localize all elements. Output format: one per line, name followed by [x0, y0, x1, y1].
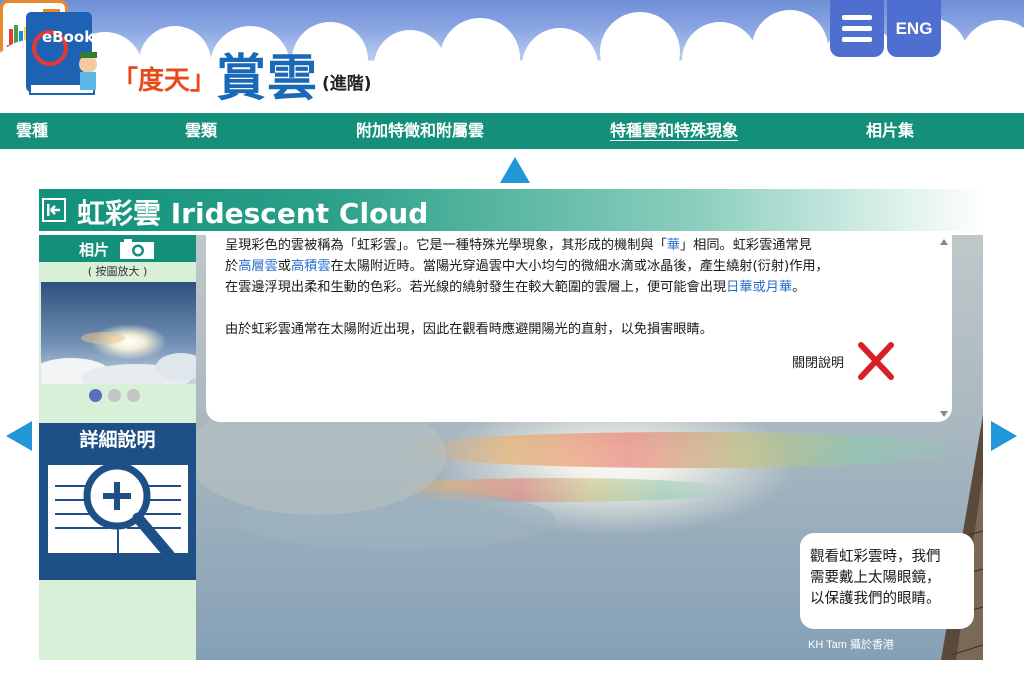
detail-explanation-button[interactable]: 詳細說明 [39, 423, 196, 458]
close-explanation-label[interactable]: 關閉說明 [792, 352, 844, 371]
scroll-up-arrow-icon[interactable] [940, 239, 948, 245]
hamburger-icon [842, 15, 872, 20]
site-title-bracket: 「度天」 [112, 66, 217, 96]
back-arrow-icon[interactable] [42, 198, 66, 222]
english-language-button[interactable]: ENG [887, 0, 941, 57]
photo-header: 相片 [39, 235, 196, 262]
nav-item-special-clouds[interactable]: 特種雲和特殊現象 [610, 113, 738, 149]
site-title: 「度天」賞雲 (進階) [112, 38, 372, 110]
site-title-main: 賞雲 [216, 49, 319, 107]
tip-line-3: 以保護我們的眼睛。 [810, 591, 941, 607]
link-halo[interactable]: 華 [667, 238, 680, 253]
pager-dot-2[interactable] [108, 389, 121, 402]
info-paragraph-1-line2: 於高層雲或高積雲在太陽附近時。當陽光穿過雲中大小均勻的微細水滴或冰晶後，產生繞射… [225, 256, 935, 277]
info-text-line3a: 在雲邊浮現出柔和生動的色彩。若光線的繞射發生在較大範圍的雲層上，便可能會出現 [225, 280, 727, 295]
close-icon[interactable] [857, 341, 895, 381]
tip-speech-bubble: 觀看虹彩雲時，我們 需要戴上太陽眼鏡， 以保護我們的眼睛。 [800, 533, 974, 629]
section-title: 虹彩雲 Iridescent Cloud [77, 197, 429, 230]
previous-arrow-icon[interactable] [6, 421, 32, 451]
nav-item-cloud-species[interactable]: 雲種 [16, 113, 48, 149]
nav-item-photo-gallery[interactable]: 相片集 [866, 113, 914, 149]
info-text-line2c: 在太陽附近時。當陽光穿過雲中大小均勻的微細水滴或冰晶後，產生繞射(衍射)作用， [330, 259, 829, 274]
site-title-level: (進階) [322, 74, 372, 94]
svg-text:eBook: eBook [42, 28, 95, 46]
photo-pager [89, 387, 146, 406]
info-paragraph-1: 呈現彩色的雲被稱為「虹彩雲」。它是一種特殊光學現象，其形成的機制與「華」相同。虹… [225, 235, 935, 256]
pager-dot-1[interactable] [89, 389, 102, 402]
link-altostratus[interactable]: 高層雲 [238, 259, 278, 274]
info-text-line2b: 或 [277, 259, 291, 274]
link-altocumulus[interactable]: 高積雲 [291, 259, 331, 274]
nav-item-cloud-types[interactable]: 雲類 [185, 113, 217, 149]
info-text-line1b: 」相同。虹彩雲通常見 [679, 238, 812, 253]
detail-explanation-panel[interactable] [39, 458, 196, 580]
info-popup: 呈現彩色的雲被稱為「虹彩雲」。它是一種特殊光學現象，其形成的機制與「華」相同。虹… [206, 235, 952, 422]
pager-dot-3[interactable] [127, 389, 140, 402]
photo-thumbnail[interactable] [41, 282, 196, 384]
section-header: 虹彩雲 Iridescent Cloud [39, 189, 984, 231]
hamburger-icon-bar [842, 26, 872, 31]
ebook-logo[interactable]: eBook [24, 8, 112, 100]
active-nav-indicator-icon [500, 157, 530, 183]
tip-line-2: 需要戴上太陽眼鏡， [810, 570, 941, 586]
link-corona[interactable]: 日華或月華 [726, 280, 792, 295]
photo-label: 相片 [79, 241, 110, 259]
tip-line-1: 觀看虹彩雲時，我們 [810, 549, 941, 565]
scroll-down-arrow-icon[interactable] [940, 411, 948, 417]
info-paragraph-1-line3: 在雲邊浮現出柔和生動的色彩。若光線的繞射發生在較大範圍的雲層上，便可能會出現日華… [225, 277, 935, 298]
left-panel: 相片 ( 按圖放大 ) 詳細說明 [39, 235, 196, 660]
info-text: 呈現彩色的雲被稱為「虹彩雲」。它是一種特殊光學現象，其形成的機制與「華」相同。虹… [225, 235, 935, 340]
photo-hint: ( 按圖放大 ) [87, 265, 148, 278]
info-text-line1: 呈現彩色的雲被稱為「虹彩雲」。它是一種特殊光學現象，其形成的機制與「 [225, 238, 667, 253]
info-paragraph-2: 由於虹彩雲通常在太陽附近出現，因此在觀看時應避開陽光的直射，以免損害眼睛。 [225, 322, 713, 337]
nav-item-supplementary-features[interactable]: 附加特徵和附屬雲 [356, 113, 484, 149]
camera-icon [120, 239, 154, 259]
main-nav: 雲種 雲類 附加特徵和附屬雲 特種雲和特殊現象 相片集 [0, 113, 1024, 149]
info-text-line3b: 。 [792, 280, 806, 295]
header: eBook 「度天」賞雲 (進階) ENG [0, 0, 1024, 113]
menu-button[interactable] [830, 0, 884, 57]
next-arrow-icon[interactable] [991, 421, 1017, 451]
photo-credit: KH Tam 攝於香港 [808, 639, 894, 651]
magnifier-book-icon [46, 462, 190, 570]
hamburger-icon-bar [842, 37, 872, 42]
info-text-line2a: 於 [225, 259, 239, 274]
